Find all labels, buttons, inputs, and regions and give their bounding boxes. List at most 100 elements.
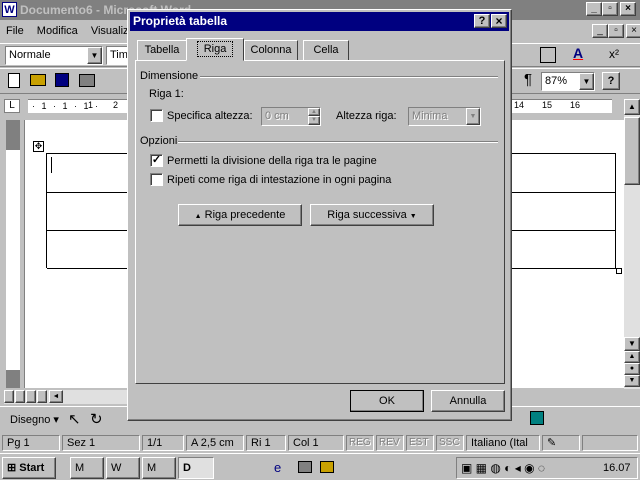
outline-view-icon[interactable] bbox=[37, 390, 47, 403]
document-area-left[interactable]: ✥ bbox=[24, 120, 131, 388]
ruler-number: 16 bbox=[570, 100, 581, 110]
clock[interactable]: 16.07 bbox=[603, 462, 631, 474]
status-rec[interactable]: REG bbox=[346, 435, 374, 451]
font-color-icon[interactable]: A bbox=[573, 45, 583, 61]
status-rev[interactable]: REV bbox=[376, 435, 404, 451]
tab-colonna[interactable]: Colonna bbox=[244, 40, 298, 60]
drawing-menu[interactable]: Disegno ▾ bbox=[10, 413, 59, 426]
taskbar: ⊞ Start M W M D e ▣ ▦ ◍ ◐ ◂ ◉ ◌ 16.07 bbox=[0, 453, 640, 480]
previous-row-button[interactable]: ▲ Riga precedente bbox=[178, 204, 302, 226]
spelling-status-icon[interactable]: ✎ bbox=[542, 435, 580, 451]
spin-down-icon[interactable]: ▼ bbox=[308, 116, 320, 125]
table-left-portion[interactable] bbox=[46, 153, 131, 269]
ruler-margin bbox=[6, 120, 20, 150]
ok-button[interactable]: OK bbox=[350, 390, 424, 412]
tray-icons[interactable]: ▣ ▦ ◍ ◐ ◂ ◉ ◌ bbox=[461, 461, 545, 475]
status-empty bbox=[582, 435, 638, 451]
doc-close-button[interactable]: × bbox=[626, 24, 640, 38]
status-ext[interactable]: EST bbox=[406, 435, 434, 451]
browse-object-icon[interactable]: ● bbox=[624, 363, 640, 375]
ie-icon[interactable]: e bbox=[274, 460, 281, 475]
taskbar-button[interactable]: M bbox=[142, 457, 176, 479]
separator bbox=[200, 76, 498, 78]
table-move-handle-icon[interactable]: ✥ bbox=[33, 141, 44, 152]
chevron-down-icon[interactable]: ▼ bbox=[579, 73, 594, 90]
horizontal-ruler-right[interactable]: 14 15 16 bbox=[512, 99, 612, 113]
minimize-button[interactable]: _ bbox=[586, 2, 602, 16]
chevron-down-icon[interactable]: ▼ bbox=[466, 108, 480, 125]
tab-label: Colonna bbox=[250, 44, 292, 56]
scroll-down-icon[interactable]: ▼ bbox=[624, 337, 640, 351]
horizontal-scrollbar[interactable]: ◄ bbox=[4, 390, 128, 404]
desktop-icon[interactable] bbox=[298, 461, 312, 473]
menu-modifica[interactable]: Modifica bbox=[37, 25, 78, 37]
specify-height-checkbox[interactable] bbox=[150, 109, 163, 122]
help-icon[interactable]: ? bbox=[474, 14, 490, 28]
windows-logo-icon: ⊞ bbox=[7, 462, 17, 474]
next-page-icon[interactable]: ▼ bbox=[624, 375, 640, 387]
style-combo[interactable]: Normale ▼ bbox=[5, 46, 103, 65]
style-value: Normale bbox=[9, 49, 51, 61]
table-resize-handle[interactable] bbox=[616, 268, 622, 274]
tab-cella[interactable]: Cella bbox=[303, 40, 349, 60]
scroll-up-icon[interactable]: ▲ bbox=[624, 99, 640, 115]
menu-file[interactable]: File bbox=[6, 25, 24, 37]
status-language[interactable]: Italiano (Ital bbox=[466, 435, 540, 451]
tab-tabella[interactable]: Tabella bbox=[137, 40, 187, 60]
open-folder-icon[interactable] bbox=[30, 74, 46, 86]
vertical-scrollbar[interactable]: ▲ ▼ ▲ ● ▼ bbox=[624, 99, 640, 389]
horizontal-ruler-left[interactable]: · 1 · 1 · 1 · 1 2 bbox=[28, 99, 128, 113]
specify-height-label: Specifica altezza: bbox=[167, 110, 253, 122]
prev-page-icon[interactable]: ▲ bbox=[624, 351, 640, 363]
tab-stop-selector[interactable]: L bbox=[4, 99, 20, 113]
taskbar-button-active[interactable]: D bbox=[178, 457, 214, 479]
status-ovr[interactable]: SSC bbox=[436, 435, 464, 451]
status-bar: Pg 1 Sez 1 1/1 A 2,5 cm Ri 1 Col 1 REG R… bbox=[0, 434, 640, 452]
spin-up-icon[interactable]: ▲ bbox=[308, 108, 320, 116]
maximize-button[interactable]: ▫ bbox=[602, 2, 618, 16]
document-area-right[interactable] bbox=[512, 120, 624, 388]
close-icon[interactable]: × bbox=[491, 14, 507, 28]
superscript-icon[interactable]: x² bbox=[609, 47, 619, 61]
taskbar-button[interactable]: W bbox=[106, 457, 140, 479]
outlook-icon[interactable] bbox=[320, 461, 334, 473]
normal-view-icon[interactable] bbox=[4, 390, 14, 403]
print-icon[interactable] bbox=[79, 74, 95, 87]
new-document-icon[interactable] bbox=[8, 73, 20, 88]
cancel-button[interactable]: Annulla bbox=[431, 390, 505, 412]
3d-icon[interactable] bbox=[530, 411, 544, 425]
help-icon[interactable]: ? bbox=[602, 72, 620, 90]
height-field[interactable]: 0 cm ▲ ▼ bbox=[261, 107, 321, 126]
border-icon[interactable] bbox=[540, 47, 556, 63]
repeat-header-label: Ripeti come riga di intestazione in ogni… bbox=[167, 174, 392, 186]
table-right-portion[interactable] bbox=[512, 153, 616, 269]
tab-riga[interactable]: Riga bbox=[186, 38, 244, 61]
web-view-icon[interactable] bbox=[15, 390, 25, 403]
free-rotate-icon[interactable]: ↻ bbox=[90, 410, 103, 428]
next-row-button[interactable]: Riga successiva ▼ bbox=[310, 204, 434, 226]
ruler-number: 2 bbox=[113, 100, 119, 110]
word-app-icon[interactable]: W bbox=[2, 2, 17, 17]
scroll-thumb[interactable] bbox=[624, 117, 640, 185]
save-icon[interactable] bbox=[55, 73, 69, 87]
height-value: 0 cm bbox=[265, 110, 289, 122]
vertical-ruler[interactable] bbox=[6, 120, 20, 388]
status-page: Pg 1 bbox=[2, 435, 60, 451]
close-window-button[interactable]: × bbox=[620, 2, 636, 16]
zoom-combo[interactable]: 87% ▼ bbox=[541, 72, 595, 91]
start-button[interactable]: ⊞ Start bbox=[2, 457, 56, 479]
print-view-icon[interactable] bbox=[26, 390, 36, 403]
arrow-down-icon: ▼ bbox=[409, 213, 417, 220]
chevron-down-icon[interactable]: ▼ bbox=[87, 47, 102, 64]
taskbar-button[interactable]: M bbox=[70, 457, 104, 479]
paragraph-marks-icon[interactable]: ¶ bbox=[524, 71, 532, 88]
scroll-left-icon[interactable]: ◄ bbox=[49, 390, 63, 403]
doc-minimize-button[interactable]: _ bbox=[592, 24, 608, 38]
repeat-header-checkbox[interactable] bbox=[150, 173, 163, 186]
start-label: Start bbox=[19, 462, 45, 474]
select-objects-icon[interactable]: ↖ bbox=[68, 410, 81, 428]
status-column: Col 1 bbox=[288, 435, 344, 451]
allow-row-break-checkbox[interactable]: ✓ bbox=[150, 154, 163, 167]
row-height-select[interactable]: Minima ▼ bbox=[408, 107, 481, 126]
doc-restore-button[interactable]: ▫ bbox=[608, 24, 624, 38]
